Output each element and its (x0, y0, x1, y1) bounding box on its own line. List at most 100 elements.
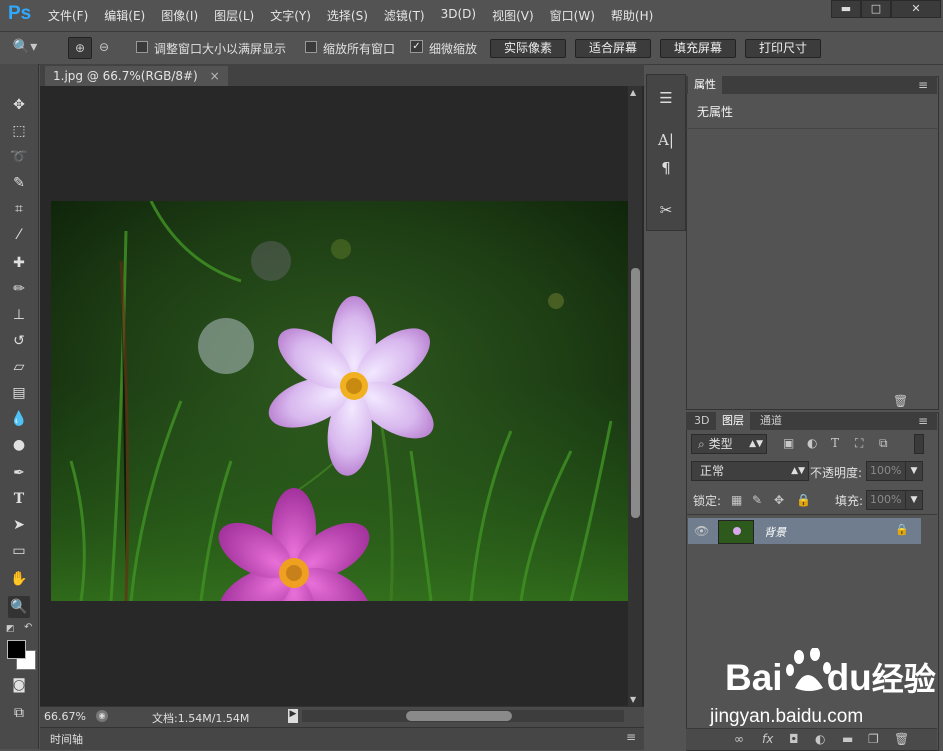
zoom-level[interactable]: 66.67% (44, 710, 86, 723)
character-panel-icon[interactable]: A| (655, 131, 677, 151)
opacity-input[interactable]: 100% (866, 461, 907, 481)
filter-smart-object-icon[interactable]: ⧉ (879, 436, 888, 451)
tool-presets-icon[interactable]: ✂ (655, 201, 677, 221)
zoom-out-icon[interactable]: ⊖ (94, 40, 114, 54)
layer-row[interactable]: 👁 背景 🔒 (688, 518, 921, 544)
menu-image[interactable]: 图像(I) (161, 7, 207, 24)
marquee-tool-icon[interactable]: ⬚ (8, 120, 30, 142)
status-arrow-icon[interactable]: ▶ (288, 709, 298, 723)
menu-edit[interactable]: 编辑(E) (104, 7, 154, 24)
foreground-color-swatch[interactable] (7, 640, 26, 659)
scrubby-zoom-label: 细微缩放 (429, 42, 478, 56)
lock-transparent-pixels-icon[interactable]: ▦ (731, 493, 742, 507)
menu-3d[interactable]: 3D(D) (441, 7, 485, 24)
delete-layer-icon[interactable]: 🗑 (894, 732, 909, 746)
close-tab-icon[interactable]: × (210, 69, 220, 83)
actual-pixels-button[interactable]: 实际像素 (490, 39, 566, 58)
panel-menu-icon[interactable]: ≡ (918, 78, 928, 92)
new-group-icon[interactable]: ▬ (842, 732, 853, 746)
default-colors-icon[interactable]: ◩ (6, 624, 15, 634)
menu-filter[interactable]: 滤镜(T) (384, 7, 434, 24)
lock-all-icon[interactable]: 🔒 (796, 493, 811, 507)
status-menu-icon[interactable]: ◉ (96, 710, 108, 722)
hand-tool-icon[interactable]: ✋ (8, 568, 30, 590)
type-tool-icon[interactable]: T (8, 488, 30, 510)
lasso-tool-icon[interactable]: ➰ (8, 146, 30, 168)
quick-selection-tool-icon[interactable]: ✎ (8, 172, 30, 194)
lock-position-icon[interactable]: ✥ (774, 493, 784, 507)
healing-brush-tool-icon[interactable]: ✚ (8, 252, 30, 274)
print-size-button[interactable]: 打印尺寸 (745, 39, 821, 58)
rectangle-tool-icon[interactable]: ▭ (8, 540, 30, 562)
fill-input[interactable]: 100% (866, 490, 907, 510)
tab-properties[interactable]: 属性 (688, 76, 722, 94)
visibility-eye-icon[interactable]: 👁 (694, 524, 709, 538)
menu-window[interactable]: 窗口(W) (550, 7, 604, 24)
tab-3d[interactable]: 3D (688, 412, 715, 430)
tab-channels[interactable]: 通道 (754, 412, 788, 430)
menu-help[interactable]: 帮助(H) (611, 7, 662, 24)
quick-mask-icon[interactable]: ◙ (8, 674, 30, 696)
layers-menu-icon[interactable]: ≡ (918, 414, 928, 428)
menu-select[interactable]: 选择(S) (327, 7, 377, 24)
screen-mode-icon[interactable]: ⧉ (8, 702, 30, 724)
brush-tool-icon[interactable]: ✏ (8, 278, 30, 300)
clone-stamp-tool-icon[interactable]: ⊥ (8, 304, 30, 326)
resize-windows-checkbox[interactable] (136, 41, 148, 56)
scroll-down-icon[interactable]: ▼ (630, 695, 636, 704)
timeline-tab[interactable]: 时间轴 (50, 731, 83, 747)
blur-tool-icon[interactable]: 💧 (8, 408, 30, 430)
filter-shape-icon[interactable]: ⛶ (855, 436, 863, 451)
filter-toggle[interactable] (914, 434, 924, 454)
blend-mode-select[interactable]: 正常 ▲▼ (691, 461, 809, 481)
close-button[interactable]: ✕ (891, 0, 941, 18)
paragraph-panel-icon[interactable]: ¶ (655, 159, 677, 179)
menu-layer[interactable]: 图层(L) (214, 7, 263, 24)
lock-image-pixels-icon[interactable]: ✎ (752, 493, 762, 507)
pen-tool-icon[interactable]: ✒ (8, 462, 30, 484)
minimize-button[interactable]: ▬ (831, 0, 861, 18)
eraser-tool-icon[interactable]: ▱ (8, 356, 30, 378)
dodge-tool-icon[interactable]: ● (8, 434, 30, 456)
zoom-in-button[interactable]: ⊕ (68, 37, 92, 59)
zoom-all-checkbox[interactable] (305, 41, 317, 56)
zoom-tool-icon[interactable]: 🔍 (8, 596, 30, 618)
layer-filter-select[interactable]: ⌕ 类型 ▲▼ (691, 434, 767, 454)
scrubby-zoom-checkbox[interactable]: ✓ (410, 40, 423, 53)
filter-adjustment-icon[interactable]: ◐ (807, 436, 817, 450)
zoom-tool-preset-icon[interactable]: 🔍▾ (8, 39, 42, 55)
adjustment-layer-icon[interactable]: ◐ (815, 732, 825, 746)
opacity-dropdown-icon[interactable]: ▼ (905, 461, 923, 481)
fit-screen-button[interactable]: 适合屏幕 (575, 39, 651, 58)
filter-pixel-icon[interactable]: ▣ (783, 436, 794, 450)
fill-dropdown-icon[interactable]: ▼ (905, 490, 923, 510)
layer-style-icon[interactable]: fx (762, 732, 773, 746)
opacity-label: 不透明度: (810, 466, 863, 480)
properties-tab-bar: 属性 ≡ (686, 76, 937, 94)
filter-type-icon[interactable]: T (831, 436, 839, 450)
horizontal-scroll-thumb[interactable] (406, 711, 512, 721)
menu-type[interactable]: 文字(Y) (270, 7, 320, 24)
vertical-scroll-thumb[interactable] (631, 268, 640, 518)
history-panel-icon[interactable]: ☰ (655, 89, 677, 109)
timeline-menu-icon[interactable]: ≡ (626, 730, 636, 744)
history-brush-tool-icon[interactable]: ↺ (8, 330, 30, 352)
maximize-button[interactable]: □ (861, 0, 891, 18)
document-image[interactable] (51, 201, 628, 601)
eyedropper-tool-icon[interactable]: ⁄ (8, 224, 30, 246)
swap-colors-icon[interactable]: ↶ (24, 622, 32, 633)
fill-screen-button[interactable]: 填充屏幕 (660, 39, 736, 58)
menu-view[interactable]: 视图(V) (492, 7, 543, 24)
crop-tool-icon[interactable]: ⌗ (8, 198, 30, 220)
new-layer-icon[interactable]: ❐ (868, 732, 879, 746)
path-selection-tool-icon[interactable]: ➤ (8, 514, 30, 536)
scroll-up-icon[interactable]: ▲ (630, 88, 636, 97)
move-tool-icon[interactable]: ✥ (8, 94, 30, 116)
properties-trash-icon[interactable]: 🗑 (893, 394, 908, 408)
tab-layers[interactable]: 图层 (716, 412, 750, 430)
add-mask-icon[interactable]: ◘ (789, 732, 799, 746)
gradient-tool-icon[interactable]: ▤ (8, 382, 30, 404)
link-layers-icon[interactable]: ∞ (734, 732, 744, 746)
menu-file[interactable]: 文件(F) (48, 7, 97, 24)
document-tab[interactable]: 1.jpg @ 66.7%(RGB/8#) × (45, 66, 228, 86)
